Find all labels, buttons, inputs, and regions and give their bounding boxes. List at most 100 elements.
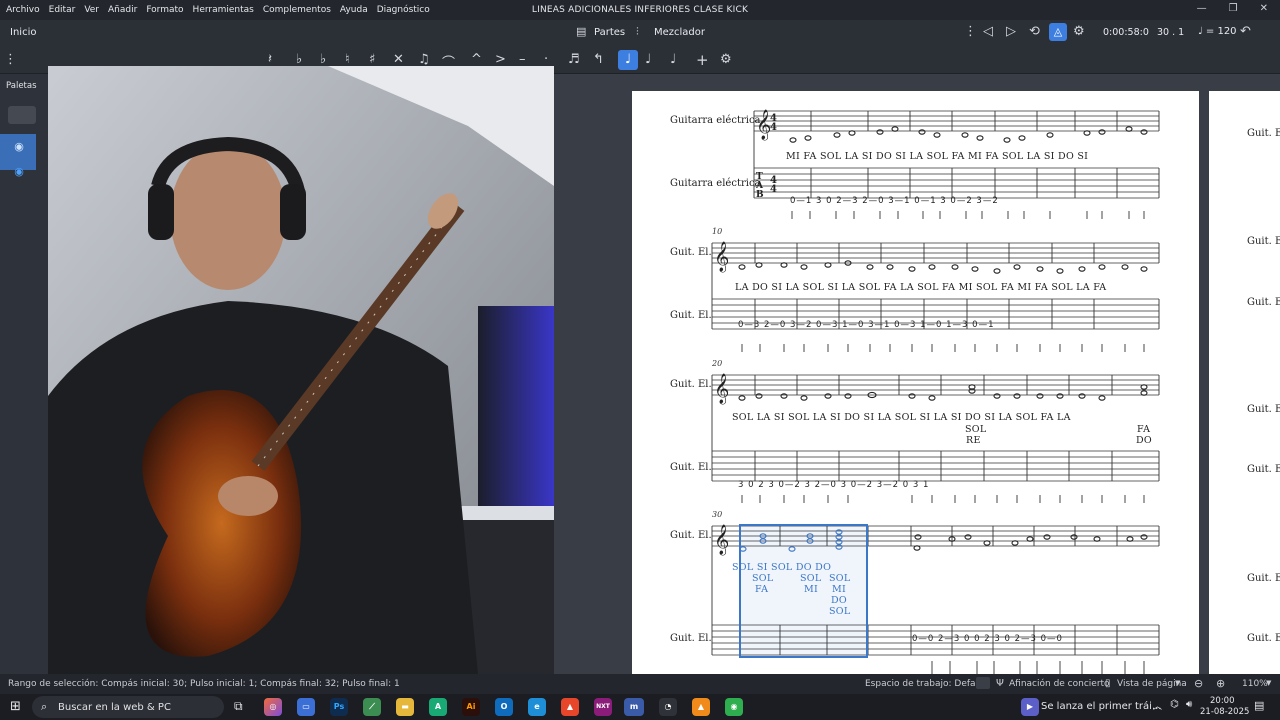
svg-text:𝄞: 𝄞 [714, 524, 729, 556]
nxt-icon[interactable]: NXT [594, 698, 612, 716]
zoom-level[interactable]: 110% [1242, 679, 1268, 689]
network-icon[interactable]: ⌬ [1170, 699, 1179, 710]
sharp-icon[interactable]: ♯ [369, 52, 375, 67]
parts-button[interactable]: Partes [594, 27, 625, 38]
app-icon[interactable]: ⟋ [363, 698, 381, 716]
zoom-in-icon[interactable]: ⊕ [1216, 677, 1225, 690]
concert-pitch-label[interactable]: Afinación de concierto [1009, 679, 1110, 689]
restore-button[interactable]: ❐ [1229, 3, 1238, 14]
rewind-icon[interactable]: ◁ [983, 24, 993, 39]
voice-1-icon[interactable]: ♩ [618, 50, 638, 70]
voice-2-icon[interactable]: ♩ [645, 52, 651, 67]
staff-label: Guit. El. [670, 530, 712, 541]
tab-numbers-row: 0—0 2—3 0 0 2 3 0 2—3 0—0 [912, 634, 1063, 644]
undo-icon[interactable]: ↶ [1240, 24, 1251, 39]
measure-number: 30 [712, 510, 723, 519]
tie-icon[interactable]: ♫ [418, 52, 430, 67]
marcato-icon[interactable]: ^ [471, 52, 482, 67]
chord-note-name: RE [966, 435, 981, 446]
vlc-icon[interactable]: ▲ [692, 698, 710, 716]
outlook-icon[interactable]: O [495, 698, 513, 716]
palettes-title: Paletas [6, 81, 37, 91]
minimize-button[interactable]: — [1197, 3, 1207, 14]
score-page-next[interactable]: Guit. El. Guit. El. Guit. El. Guit. El. … [1209, 91, 1280, 674]
rest-icon[interactable]: 𝄽 [268, 52, 272, 67]
app-icon[interactable]: A [429, 698, 447, 716]
loop-icon[interactable]: ⟲ [1029, 24, 1040, 39]
file-explorer-icon[interactable]: ▬ [396, 698, 414, 716]
tenuto-icon[interactable]: – [519, 52, 526, 67]
copilot-icon[interactable]: ◎ [264, 698, 282, 716]
edge-icon[interactable]: e [528, 698, 546, 716]
staccato-icon[interactable]: · [544, 52, 548, 67]
webcam-overlay [48, 66, 554, 674]
note-names-row: MI FA SOL LA SI DO SI LA SOL FA MI FA SO… [786, 151, 1089, 162]
svg-text:B: B [756, 190, 764, 200]
concert-pitch-toggle[interactable] [976, 677, 990, 689]
toolbar-settings-icon[interactable]: ⚙ [720, 52, 732, 67]
news-icon[interactable]: ▶ [1021, 698, 1039, 716]
brave-icon[interactable]: ▲ [561, 698, 579, 716]
chevron-up-icon[interactable]: ︿ [1153, 699, 1162, 712]
accent-icon[interactable]: > [495, 52, 506, 67]
illustrator-icon[interactable]: Ai [462, 698, 480, 716]
eye-icon[interactable]: ◉ [12, 165, 26, 179]
taskbar-search-box[interactable]: ⌕ Buscar en la web & PC [32, 696, 224, 718]
notifications-icon[interactable]: ▤ [1254, 699, 1264, 712]
staff-label: Guit. El. [670, 633, 712, 644]
voice-3-icon[interactable]: ♩ [670, 52, 676, 67]
news-headline[interactable]: Se lanza el primer trái... [1041, 701, 1161, 712]
workspace-selector[interactable]: Espacio de trabajo: Default [865, 679, 987, 689]
chevron-down-icon[interactable]: ▼ [1175, 679, 1180, 687]
task-view-icon[interactable]: ⧉ [234, 699, 243, 714]
staff-label: Guit. El. [670, 462, 712, 473]
computer-icon[interactable]: ▭ [297, 698, 315, 716]
tempo-display: ♩ = 120 [1198, 26, 1237, 37]
double-sharp-icon[interactable]: ✕ [393, 52, 404, 67]
staff-label: Guit. El. [670, 379, 712, 390]
palette-search[interactable] [8, 106, 36, 124]
tuplet-icon[interactable]: ♬ [568, 52, 580, 67]
tab-inicio[interactable]: Inicio [10, 27, 36, 38]
drag-handle-icon[interactable]: ⋮ [4, 52, 17, 67]
clock-time[interactable]: 20:00 [1210, 696, 1235, 706]
app-icon[interactable]: ◔ [659, 698, 677, 716]
score-page[interactable]: 𝄞 𝄞 𝄞 𝄞 44 TAB 44 Guitarra eléctrica Gui… [632, 91, 1199, 674]
main-toolbar: Inicio ▤ Partes ⫶ Mezclador ⋮ ◁ ▷ ⟲ ◬ ⚙ … [0, 20, 1280, 46]
tab-numbers-row: 0—3 2—0 3—2 0—3 1—0 3—1 0—3 1—0 1—3 0—1 [738, 320, 995, 330]
natural-icon[interactable]: ♮ [345, 52, 350, 67]
close-button[interactable]: ✕ [1260, 3, 1268, 14]
staff-label: Guit. El. [1247, 236, 1280, 247]
musescore-icon[interactable]: m [624, 698, 644, 716]
staff-label: Guit. El. [1247, 404, 1280, 415]
volume-icon[interactable]: 🔊︎ [1186, 699, 1192, 710]
svg-text:4: 4 [770, 184, 777, 195]
staff-label: Guit. El. [1247, 633, 1280, 644]
drag-handle-icon[interactable]: ⋮ [964, 24, 977, 39]
chevron-down-icon[interactable]: ▼ [1266, 679, 1271, 687]
staff-label: Guitarra eléctrica [670, 178, 761, 189]
metronome-icon[interactable]: ◬ [1049, 23, 1067, 41]
double-flat-icon[interactable]: ♭ [296, 52, 302, 67]
add-icon[interactable]: + [696, 51, 709, 69]
windows-start-icon[interactable]: ⊞ [10, 699, 21, 714]
search-icon: ⌕ [41, 700, 48, 713]
tab-numbers-row: 0—1 3 0 2—3 2—0 3—1 0—1 3 0—2 3—2 [790, 196, 999, 206]
playback-settings-icon[interactable]: ⚙ [1073, 24, 1085, 39]
note-names-row: LA DO SI LA SOL SI LA SOL FA LA SOL FA M… [735, 282, 1107, 293]
play-icon[interactable]: ▷ [1006, 24, 1016, 39]
zoom-out-icon[interactable]: ⊖ [1194, 677, 1203, 690]
clock-date[interactable]: 21-08-2025 [1200, 707, 1249, 717]
eye-icon[interactable]: ◉ [12, 140, 26, 154]
selection-range-box[interactable] [739, 524, 868, 658]
flip-icon[interactable]: ↰ [593, 52, 604, 67]
flat-icon[interactable]: ♭ [320, 52, 326, 67]
staff-label: Guit. El. [1247, 573, 1280, 584]
photoshop-icon[interactable]: Ps [330, 698, 348, 716]
mixer-button[interactable]: Mezclador [654, 27, 705, 38]
chrome-icon[interactable]: ◉ [725, 698, 743, 716]
staff-label: Guit. El. [1247, 128, 1280, 139]
chord-note-name: DO [1136, 435, 1153, 446]
staff-label: Guit. El. [1247, 464, 1280, 475]
parts-icon: ▤ [576, 25, 587, 38]
